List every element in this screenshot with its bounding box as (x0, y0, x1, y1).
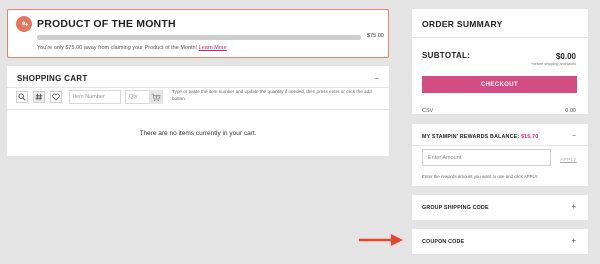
learn-more-link[interactable]: Learn More (199, 45, 227, 51)
order-summary-title: ORDER SUMMARY (422, 19, 503, 29)
divider (412, 145, 588, 146)
potm-message-row: You're only $75.00 away from claiming yo… (37, 45, 227, 51)
divider (7, 87, 389, 88)
cart-title: SHOPPING CART (17, 74, 88, 83)
plus-icon[interactable]: + (571, 202, 576, 211)
apply-button[interactable]: APPLY (560, 158, 577, 163)
arrow-right-icon (359, 234, 403, 246)
minus-icon[interactable]: − (572, 133, 576, 140)
rewards-title-row: MY STAMPIN' REWARDS BALANCE: $15.70 (422, 134, 538, 140)
search-icon[interactable] (16, 91, 28, 103)
rewards-panel: MY STAMPIN' REWARDS BALANCE: $15.70 − En… (412, 124, 588, 186)
checkout-button[interactable]: CHECKOUT (422, 76, 577, 93)
subtotal-value: $0.00 (555, 52, 576, 61)
product-of-the-month-panel: PRODUCT OF THE MONTH $75.00 You're only … (7, 9, 389, 58)
coupon-code-title: COUPON CODE (422, 239, 465, 245)
potm-amount: $75.00 (367, 33, 384, 39)
rewards-amount-input[interactable]: Enter Amount (422, 149, 551, 166)
divider (412, 37, 588, 38)
cart-plus-icon[interactable] (149, 90, 163, 104)
item-number-input[interactable]: Item Number (69, 90, 121, 104)
shopping-cart-panel: SHOPPING CART − Item Number Qty Type or … (7, 66, 389, 156)
csv-label: CSV (422, 108, 434, 114)
csv-value: 0.00 (565, 108, 576, 114)
rewards-balance: $15.70 (520, 134, 539, 140)
hashtag-icon[interactable] (33, 91, 45, 103)
subtotal-note: *before shipping and taxes (531, 62, 576, 66)
rewards-note: Enter the rewards amount you want to use… (422, 174, 539, 179)
coupon-code-accordion[interactable]: COUPON CODE + (412, 229, 588, 254)
rewards-title: MY STAMPIN' REWARDS BALANCE: (422, 134, 520, 140)
plus-circle-icon (16, 16, 32, 32)
divider (7, 109, 389, 110)
cart-help-text: Type or paste the item number and update… (172, 89, 372, 101)
group-shipping-code-title: GROUP SHIPPING CODE (422, 205, 489, 211)
subtotal-label: SUBTOTAL: (422, 51, 471, 60)
potm-progress-bar (37, 35, 361, 40)
plus-icon[interactable]: + (571, 236, 576, 245)
empty-cart-message: There are no items currently in your car… (139, 130, 257, 137)
minus-icon[interactable]: − (374, 74, 379, 83)
group-shipping-code-accordion[interactable]: GROUP SHIPPING CODE + (412, 195, 588, 220)
order-summary-panel: ORDER SUMMARY SUBTOTAL: $0.00 *before sh… (412, 9, 588, 114)
potm-message: You're only $75.00 away from claiming yo… (37, 45, 198, 51)
heart-icon[interactable] (50, 91, 62, 103)
potm-title: PRODUCT OF THE MONTH (37, 18, 176, 30)
